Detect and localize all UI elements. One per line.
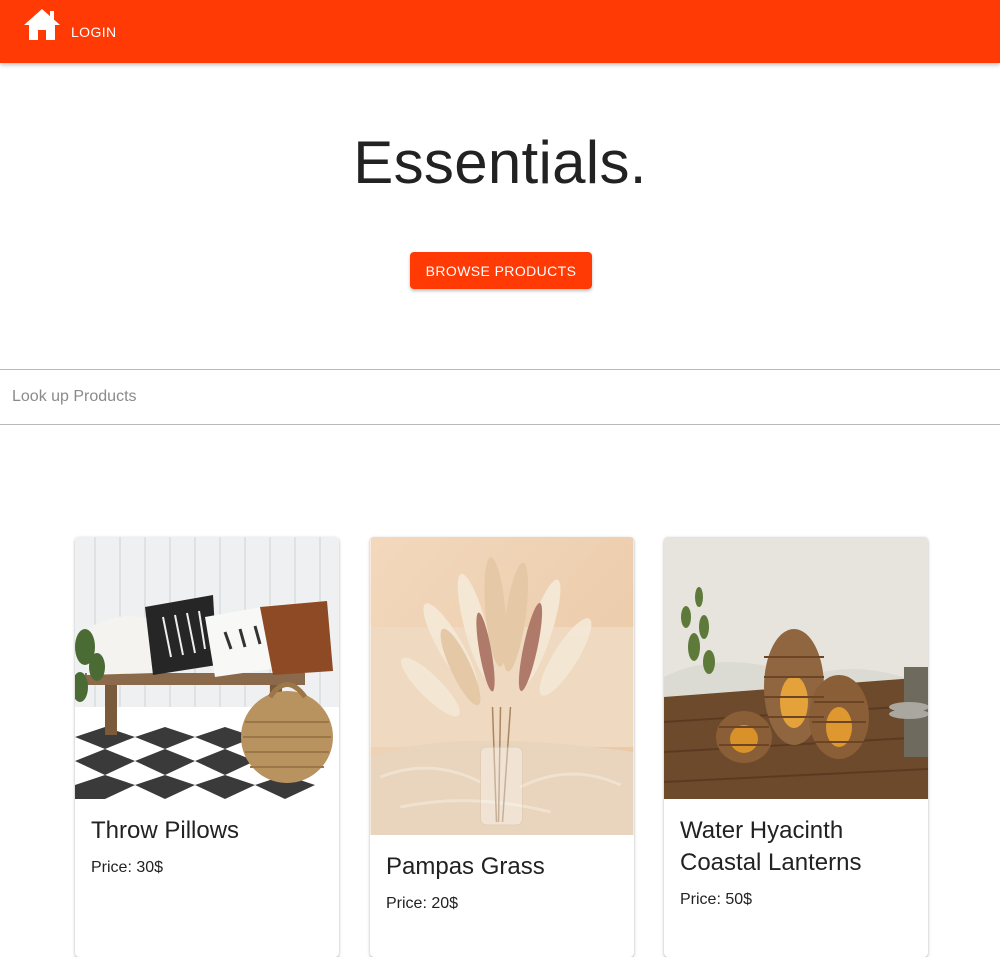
home-button[interactable] — [22, 7, 62, 47]
search-input[interactable] — [0, 370, 1000, 424]
search-bar — [0, 369, 1000, 425]
hero-title: Essentials. — [353, 129, 647, 196]
home-icon — [22, 7, 62, 46]
product-price: Price: 20$ — [386, 895, 459, 912]
product-image — [75, 537, 339, 799]
browse-products-button[interactable]: BROWSE PRODUCTS — [410, 252, 592, 289]
product-price: Price: 50$ — [680, 891, 753, 908]
product-card-water-hyacinth-coastal-lanterns[interactable]: Water Hyacinth Coastal Lanterns Price: 5… — [664, 537, 928, 957]
product-title: Water Hyacinth Coastal Lanterns — [680, 817, 862, 876]
product-card-pampas-grass[interactable]: Pampas Grass Price: 20$ — [370, 537, 634, 957]
product-image — [370, 537, 634, 835]
product-title: Pampas Grass — [386, 853, 545, 880]
product-image — [664, 537, 928, 799]
product-title: Throw Pillows — [91, 817, 240, 844]
product-card-throw-pillows[interactable]: Throw Pillows Price: 30$ — [75, 537, 339, 957]
login-button[interactable]: LOGIN — [71, 24, 117, 40]
product-price: Price: 30$ — [91, 859, 164, 876]
app-bar: LOGIN — [0, 0, 1000, 63]
